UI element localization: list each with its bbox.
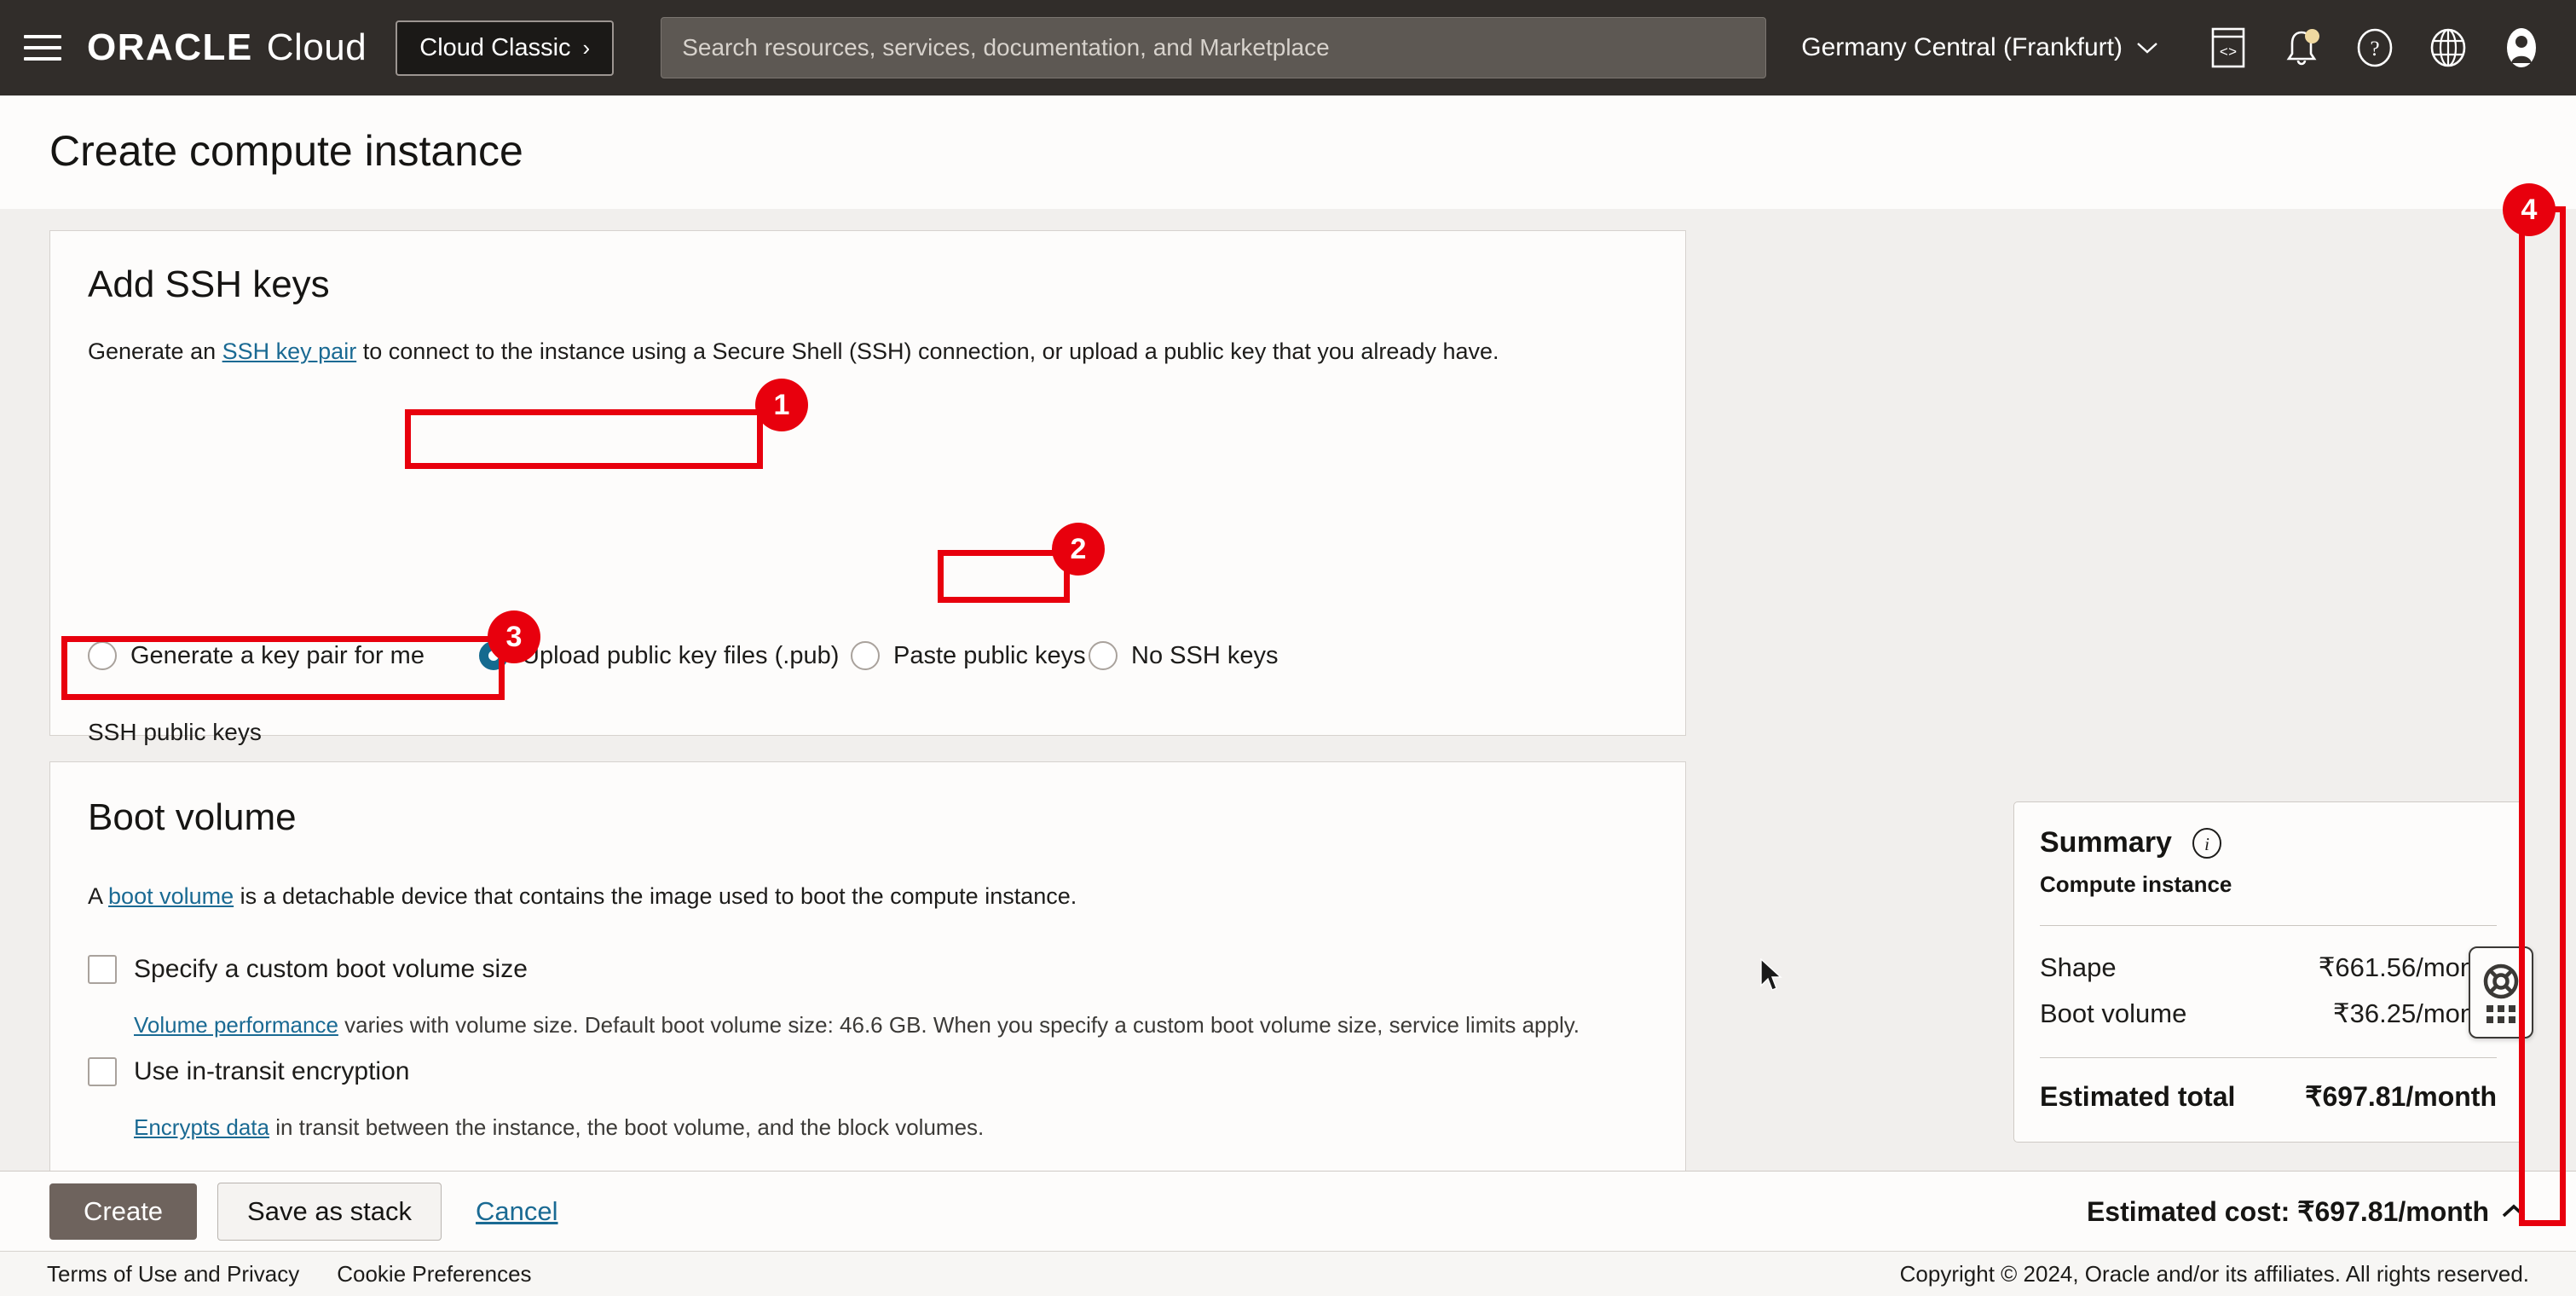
- summary-total-label: Estimated total: [2040, 1081, 2236, 1112]
- summary-title: Summary: [2040, 826, 2172, 859]
- global-search-input[interactable]: Search resources, services, documentatio…: [661, 17, 1767, 78]
- search-placeholder-text: Search resources, services, documentatio…: [682, 34, 1330, 61]
- checkbox-label: Specify a custom boot volume size: [134, 955, 528, 983]
- top-navigation-bar: ORACLE Cloud Cloud Classic › Search reso…: [0, 0, 2576, 95]
- radio-circle-icon: [851, 641, 880, 670]
- save-as-stack-button[interactable]: Save as stack: [217, 1182, 442, 1241]
- summary-row-label: Shape: [2040, 952, 2117, 982]
- add-ssh-keys-card: Add SSH keys Generate an SSH key pair to…: [49, 230, 1686, 923]
- page-title: Create compute instance: [49, 127, 523, 175]
- drag-handle-dots-icon[interactable]: [2486, 1004, 2515, 1023]
- volume-performance-link[interactable]: Volume performance: [134, 1012, 338, 1038]
- oracle-cloud-logo[interactable]: ORACLE Cloud: [87, 26, 367, 69]
- chevron-up-icon: [2502, 1204, 2526, 1217]
- checkbox-specify-custom-boot-volume-size[interactable]: Specify a custom boot volume size: [88, 955, 528, 984]
- brand-oracle-text: ORACLE: [87, 26, 253, 68]
- nav-right-cluster: Germany Central (Frankfurt) <> ?: [1801, 26, 2552, 70]
- cookie-preferences-link[interactable]: Cookie Preferences: [337, 1261, 531, 1287]
- checkbox-box-icon[interactable]: [88, 955, 117, 984]
- boot-desc-pre: A: [88, 883, 109, 909]
- radio-label: Upload public key files (.pub): [522, 641, 840, 669]
- add-ssh-keys-heading: Add SSH keys: [88, 263, 330, 305]
- cloud-classic-label: Cloud Classic: [419, 33, 571, 61]
- summary-total-value: ₹697.81/month: [2305, 1081, 2497, 1112]
- ssh-desc-pre: Generate an: [88, 338, 222, 364]
- checkbox-use-in-transit-encryption[interactable]: Use in-transit encryption: [88, 1057, 409, 1086]
- helper-rest: in transit between the instance, the boo…: [269, 1114, 985, 1140]
- lifebuoy-icon: [2483, 963, 2519, 998]
- brand-cloud-text: Cloud: [266, 26, 367, 68]
- radio-label: Generate a key pair for me: [130, 641, 425, 669]
- summary-divider-top: [2040, 925, 2497, 926]
- language-globe-icon[interactable]: [2426, 26, 2470, 70]
- page-root: ORACLE Cloud Cloud Classic › Search reso…: [0, 0, 2576, 1296]
- support-lifebuoy-widget[interactable]: [2469, 946, 2533, 1039]
- radio-label: Paste public keys: [893, 641, 1086, 669]
- mouse-cursor: [1760, 958, 1782, 991]
- copyright-text: Copyright © 2024, Oracle and/or its affi…: [1899, 1260, 2529, 1287]
- summary-estimated-total: Estimated total ₹697.81/month: [2040, 1080, 2497, 1113]
- radio-circle-icon: [88, 641, 117, 670]
- terms-of-use-link[interactable]: Terms of Use and Privacy: [47, 1261, 299, 1287]
- checkbox-label: Use in-transit encryption: [134, 1057, 410, 1085]
- cancel-link[interactable]: Cancel: [476, 1196, 558, 1227]
- svg-text:i: i: [2204, 834, 2209, 854]
- footer-links: Terms of Use and Privacy Cookie Preferen…: [47, 1261, 532, 1287]
- estimated-cost-toggle[interactable]: Estimated cost: ₹697.81/month: [2087, 1195, 2527, 1228]
- summary-row-shape: Shape ₹661.56/month: [2040, 945, 2497, 991]
- ssh-key-pair-link[interactable]: SSH key pair: [222, 338, 357, 364]
- chevron-down-icon: [2137, 43, 2157, 54]
- region-selector[interactable]: Germany Central (Frankfurt): [1801, 33, 2158, 62]
- page-footer: Terms of Use and Privacy Cookie Preferen…: [0, 1251, 2576, 1296]
- summary-title-row: Summary i: [2040, 826, 2497, 859]
- radio-generate-key-pair[interactable]: Generate a key pair for me: [88, 641, 425, 670]
- radio-paste-public-keys[interactable]: Paste public keys: [851, 641, 1086, 670]
- radio-label: No SSH keys: [1131, 641, 1279, 669]
- summary-subtitle: Compute instance: [2040, 871, 2232, 897]
- bottom-action-bar: Create Save as stack Cancel Estimated co…: [0, 1171, 2576, 1251]
- info-icon[interactable]: i: [2191, 827, 2223, 859]
- chevron-right-icon: ›: [582, 34, 591, 61]
- user-avatar-icon[interactable]: [2499, 26, 2544, 70]
- radio-no-ssh-keys[interactable]: No SSH keys: [1089, 641, 1278, 670]
- custom-boot-volume-helper-text: Volume performance varies with volume si…: [134, 1012, 1634, 1039]
- radio-circle-icon: [479, 641, 508, 670]
- ssh-desc-post: to connect to the instance using a Secur…: [356, 338, 1499, 364]
- cloud-classic-button[interactable]: Cloud Classic ›: [396, 20, 615, 76]
- encrypts-data-link[interactable]: Encrypts data: [134, 1114, 269, 1140]
- notification-badge-dot: [2305, 29, 2319, 43]
- summary-divider-bottom: [2040, 1057, 2497, 1058]
- ssh-public-keys-label: SSH public keys: [88, 719, 262, 745]
- in-transit-encryption-helper-text: Encrypts data in transit between the ins…: [134, 1114, 1634, 1141]
- boot-volume-heading: Boot volume: [88, 796, 297, 838]
- notifications-bell-icon[interactable]: [2279, 26, 2324, 70]
- radio-circle-icon: [1089, 641, 1118, 670]
- boot-volume-link[interactable]: boot volume: [108, 883, 234, 909]
- summary-row-label: Boot volume: [2040, 998, 2187, 1028]
- add-ssh-keys-description: Generate an SSH key pair to connect to t…: [88, 336, 1639, 368]
- help-icon[interactable]: ?: [2353, 26, 2397, 70]
- radio-upload-public-key-files[interactable]: Upload public key files (.pub): [479, 641, 839, 670]
- create-button[interactable]: Create: [49, 1183, 198, 1240]
- hamburger-menu-icon[interactable]: [24, 30, 68, 66]
- summary-row-boot-volume: Boot volume ₹36.25/month: [2040, 991, 2497, 1037]
- helper-rest: varies with volume size. Default boot vo…: [338, 1012, 1580, 1038]
- checkbox-box-icon[interactable]: [88, 1057, 117, 1086]
- boot-desc-post: is a detachable device that contains the…: [234, 883, 1077, 909]
- boot-volume-description: A boot volume is a detachable device tha…: [88, 881, 1639, 913]
- region-label: Germany Central (Frankfurt): [1801, 33, 2123, 61]
- cloud-shell-icon[interactable]: <>: [2206, 26, 2250, 70]
- estimated-cost-label: Estimated cost: ₹697.81/month: [2086, 1195, 2489, 1227]
- svg-text:<>: <>: [2220, 45, 2237, 61]
- summary-panel: Summary i Compute instance Shape ₹661.56…: [2013, 801, 2523, 1143]
- svg-text:?: ?: [2370, 38, 2379, 61]
